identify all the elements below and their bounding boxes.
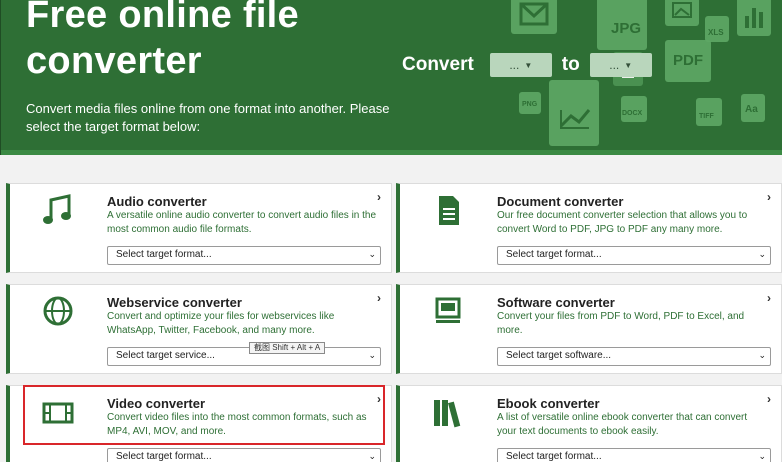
chevron-down-icon: ⌄ (758, 350, 766, 360)
screenshot-shortcut-tooltip: 截图 Shift + Alt + A (249, 342, 326, 354)
chevron-right-icon[interactable]: › (377, 190, 381, 204)
document-converter-card[interactable]: Document converter Our free document con… (396, 183, 782, 273)
card-description: Our free document converter selection th… (497, 210, 748, 235)
envelope-file-icon (511, 0, 557, 34)
pdf-file-icon: PDF (665, 40, 711, 82)
quick-convert-bar: Convert ... ▼ to ... ▼ (402, 52, 652, 78)
hero-banner: Free online file converter Convert media… (0, 0, 782, 155)
font-file-icon: Aa (741, 94, 765, 122)
webservice-converter-card[interactable]: Webservice converter Convert and optimiz… (6, 284, 392, 374)
chevron-right-icon[interactable]: › (767, 190, 771, 204)
video-format-select[interactable]: Select target format... ⌄ (107, 448, 381, 462)
trend-file-icon (549, 80, 599, 146)
card-title: Audio converter (107, 194, 207, 209)
card-description: Convert your files from PDF to Word, PDF… (497, 311, 745, 336)
image-file-icon (665, 0, 699, 26)
to-label: to (561, 54, 580, 75)
monitor-icon (435, 297, 461, 323)
card-description: Convert and optimize your files for webs… (107, 311, 335, 336)
chevron-right-icon[interactable]: › (767, 291, 771, 305)
chevron-right-icon[interactable]: › (377, 291, 381, 305)
card-description: A list of versatile online ebook convert… (497, 412, 748, 437)
ebook-converter-card[interactable]: Ebook converter A list of versatile onli… (396, 385, 782, 462)
card-description: A versatile online audio converter to co… (107, 210, 377, 235)
audio-converter-card[interactable]: Audio converter A versatile online audio… (6, 183, 392, 273)
chevron-down-icon: ⌄ (368, 451, 376, 461)
chevron-down-icon: ⌄ (758, 249, 766, 259)
document-icon (439, 196, 459, 225)
document-format-select[interactable]: Select target format... ⌄ (497, 246, 771, 265)
selection-highlight-box (23, 385, 385, 445)
globe-icon (43, 296, 73, 326)
hero-divider (1, 150, 782, 155)
tiff-file-icon: TIFF (696, 98, 722, 126)
music-note-icon (43, 194, 71, 224)
chevron-down-icon: ⌄ (368, 249, 376, 259)
chevron-down-icon: ⌄ (758, 451, 766, 461)
card-title: Document converter (497, 194, 624, 209)
target-format-select[interactable]: ... ▼ (589, 53, 652, 77)
convert-label: Convert (402, 54, 474, 75)
webservice-target-select[interactable]: Select target service... ⌄ (107, 347, 381, 366)
page-title: Free online file converter (26, 0, 299, 82)
books-icon (434, 400, 461, 428)
software-target-select[interactable]: Select target software... ⌄ (497, 347, 771, 366)
jpg-file-icon: JPG (597, 0, 647, 50)
audio-format-select[interactable]: Select target format... ⌄ (107, 246, 381, 265)
ebook-format-select[interactable]: Select target format... ⌄ (497, 448, 771, 462)
card-title: Software converter (497, 295, 615, 310)
card-title: Ebook converter (497, 396, 600, 411)
dropdown-arrow-icon: ▼ (624, 60, 633, 70)
software-converter-card[interactable]: Software converter Convert your files fr… (396, 284, 782, 374)
xls-file-icon: XLS (705, 16, 729, 42)
chevron-right-icon[interactable]: › (767, 392, 771, 406)
dropdown-arrow-icon: ▼ (524, 60, 533, 70)
card-title: Webservice converter (107, 295, 242, 310)
png-file-icon: PNG (519, 92, 541, 114)
docx-file-icon: DOCX (621, 96, 647, 122)
chevron-down-icon: ⌄ (368, 350, 376, 360)
chart-file-icon (737, 0, 771, 36)
source-format-select[interactable]: ... ▼ (489, 53, 552, 77)
page-subtitle: Convert media files online from one form… (26, 101, 390, 134)
